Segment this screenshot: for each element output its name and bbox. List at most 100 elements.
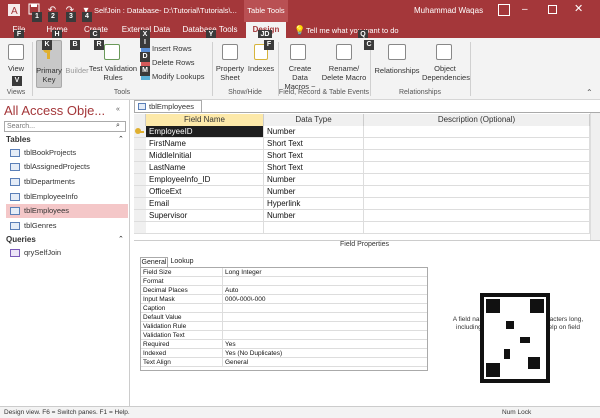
property-sheet-button[interactable]: Property Sheet xyxy=(214,64,246,82)
tables-collapse-icon[interactable]: ⌃ xyxy=(118,135,124,143)
row-selector[interactable] xyxy=(134,186,146,198)
tell-me-input[interactable]: Tell me what you want to do xyxy=(306,26,399,35)
nav-title[interactable]: All Access Obje... xyxy=(4,103,105,118)
keytip-undo: 2 xyxy=(48,12,58,22)
field-name-cell[interactable]: EmployeeID xyxy=(146,126,264,138)
property-value[interactable] xyxy=(223,331,427,340)
property-value[interactable] xyxy=(223,313,427,322)
tab-lookup[interactable]: Lookup xyxy=(168,257,196,267)
rename-delete-macro-button[interactable]: Rename/ Delete Macro xyxy=(320,64,368,82)
row-selector[interactable] xyxy=(134,222,146,234)
keytip-view: V xyxy=(12,76,22,86)
description-cell[interactable] xyxy=(364,198,590,210)
row-selector[interactable] xyxy=(134,150,146,162)
nav-item-tblemployees[interactable]: tblEmployees xyxy=(6,204,128,218)
row-selector[interactable] xyxy=(134,210,146,222)
description-cell[interactable] xyxy=(364,150,590,162)
view-button[interactable]: View xyxy=(2,64,30,73)
nav-search-input[interactable]: Search... xyxy=(4,121,126,132)
property-value[interactable]: Long Integer xyxy=(223,268,427,277)
relationships-button[interactable]: Relationships xyxy=(372,66,422,75)
nav-item-qryselfjoin[interactable]: qrySelfJoin xyxy=(6,246,128,260)
property-value[interactable]: General xyxy=(223,358,427,367)
property-value[interactable] xyxy=(223,277,427,286)
user-name[interactable]: Muhammad Waqas xyxy=(414,6,483,15)
table-icon xyxy=(10,149,20,157)
column-header-description[interactable]: Description (Optional) xyxy=(364,114,590,126)
data-type-cell[interactable]: Number xyxy=(264,126,364,138)
row-selector-header xyxy=(134,114,146,126)
nav-item-tblemployeeinfo[interactable]: tblEmployeeInfo xyxy=(6,190,128,204)
field-name-cell[interactable]: LastName xyxy=(146,162,264,174)
field-name-cell[interactable]: FirstName xyxy=(146,138,264,150)
minimize-button[interactable]: – xyxy=(522,5,528,15)
description-cell[interactable] xyxy=(364,162,590,174)
relationships-icon xyxy=(388,44,406,60)
data-type-cell[interactable]: Number xyxy=(264,174,364,186)
separator xyxy=(370,42,371,96)
search-icon: ⌕ xyxy=(116,122,120,129)
property-value[interactable] xyxy=(223,322,427,331)
create-data-macros-button[interactable]: Create Data Macros ~ xyxy=(280,64,320,91)
row-selector[interactable] xyxy=(134,138,146,150)
property-value[interactable]: Yes xyxy=(223,340,427,349)
description-cell[interactable] xyxy=(364,126,590,138)
nav-item-tbldepartments[interactable]: tblDepartments xyxy=(6,175,128,189)
queries-header[interactable]: Queries xyxy=(6,235,36,244)
access-logo-icon: A xyxy=(6,3,22,19)
row-selector[interactable] xyxy=(134,162,146,174)
property-label: Validation Rule xyxy=(141,322,223,331)
description-cell[interactable] xyxy=(364,222,590,234)
nav-item-tblgenres[interactable]: tblGenres xyxy=(6,219,128,233)
field-name-cell[interactable]: Email xyxy=(146,198,264,210)
queries-collapse-icon[interactable]: ⌃ xyxy=(118,235,124,243)
data-type-cell[interactable]: Number xyxy=(264,186,364,198)
row-selector[interactable] xyxy=(134,174,146,186)
nav-item-tblbookprojects[interactable]: tblBookProjects xyxy=(6,146,128,160)
description-cell[interactable] xyxy=(364,210,590,222)
data-type-cell[interactable] xyxy=(264,222,364,234)
svg-text:A: A xyxy=(11,6,18,17)
description-cell[interactable] xyxy=(364,174,590,186)
tables-header[interactable]: Tables xyxy=(6,135,31,144)
nav-collapse-icon[interactable]: « xyxy=(116,106,120,113)
group-events: Field, Record & Table Events xyxy=(278,89,370,96)
data-type-cell[interactable]: Short Text xyxy=(264,162,364,174)
builder-button[interactable]: Builder xyxy=(64,66,90,75)
column-header-data-type[interactable]: Data Type xyxy=(264,114,364,126)
field-name-cell[interactable]: MiddleInitial xyxy=(146,150,264,162)
collapse-ribbon-icon[interactable]: ⌃ xyxy=(586,88,593,97)
modify-lookups-button[interactable]: Modify Lookups xyxy=(140,72,210,81)
primary-key-button[interactable]: Primary Key xyxy=(34,66,64,84)
row-selector[interactable] xyxy=(134,198,146,210)
data-type-cell[interactable]: Short Text xyxy=(264,150,364,162)
close-button[interactable]: ✕ xyxy=(574,3,583,15)
ribbon-display-options-icon[interactable] xyxy=(498,4,510,16)
test-validation-button[interactable]: Test Validation Rules xyxy=(88,64,138,82)
row-selector[interactable] xyxy=(134,126,146,138)
property-value[interactable]: Auto xyxy=(223,286,427,295)
document-tab[interactable]: tblEmployees xyxy=(134,100,202,112)
data-type-cell[interactable]: Short Text xyxy=(264,138,364,150)
field-name-cell[interactable]: EmployeeInfo_ID xyxy=(146,174,264,186)
keytip-builder: B xyxy=(70,40,80,50)
field-name-cell[interactable]: OfficeExt xyxy=(146,186,264,198)
property-value[interactable]: 000\-000\-000 xyxy=(223,295,427,304)
tab-general[interactable]: General xyxy=(140,257,168,267)
property-value[interactable]: Yes (No Duplicates) xyxy=(223,349,427,358)
data-type-cell[interactable]: Number xyxy=(264,210,364,222)
field-name-cell[interactable] xyxy=(146,222,264,234)
nav-item-tblassignedprojects[interactable]: tblAssignedProjects xyxy=(6,160,128,174)
grid-scrollbar[interactable] xyxy=(590,113,600,241)
column-header-field-name[interactable]: Field Name xyxy=(146,114,264,126)
data-type-cell[interactable]: Hyperlink xyxy=(264,198,364,210)
description-cell[interactable] xyxy=(364,186,590,198)
object-dependencies-button[interactable]: Object Dependencies xyxy=(422,64,470,82)
description-cell[interactable] xyxy=(364,138,590,150)
property-label: Required xyxy=(141,340,223,349)
separator xyxy=(32,42,33,96)
maximize-button[interactable] xyxy=(548,5,557,14)
property-value[interactable] xyxy=(223,304,427,313)
field-name-cell[interactable]: Supervisor xyxy=(146,210,264,222)
indexes-button[interactable]: Indexes xyxy=(246,64,276,73)
